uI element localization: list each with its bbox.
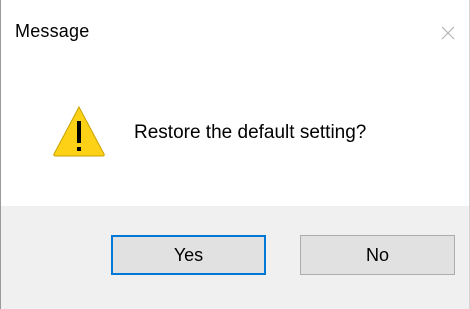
close-icon bbox=[441, 26, 455, 40]
no-button[interactable]: No bbox=[300, 235, 455, 275]
title-bar[interactable]: Message bbox=[1, 0, 469, 58]
button-bar: Yes No bbox=[1, 206, 469, 309]
message-text: Restore the default setting? bbox=[134, 122, 367, 143]
close-button[interactable] bbox=[429, 12, 469, 52]
window-title: Message bbox=[15, 21, 90, 41]
message-area: Restore the default setting? bbox=[1, 58, 469, 206]
yes-button[interactable]: Yes bbox=[111, 235, 266, 275]
warning-icon bbox=[53, 105, 105, 157]
message-dialog: Message Restore the default setting? Yes… bbox=[0, 0, 470, 309]
